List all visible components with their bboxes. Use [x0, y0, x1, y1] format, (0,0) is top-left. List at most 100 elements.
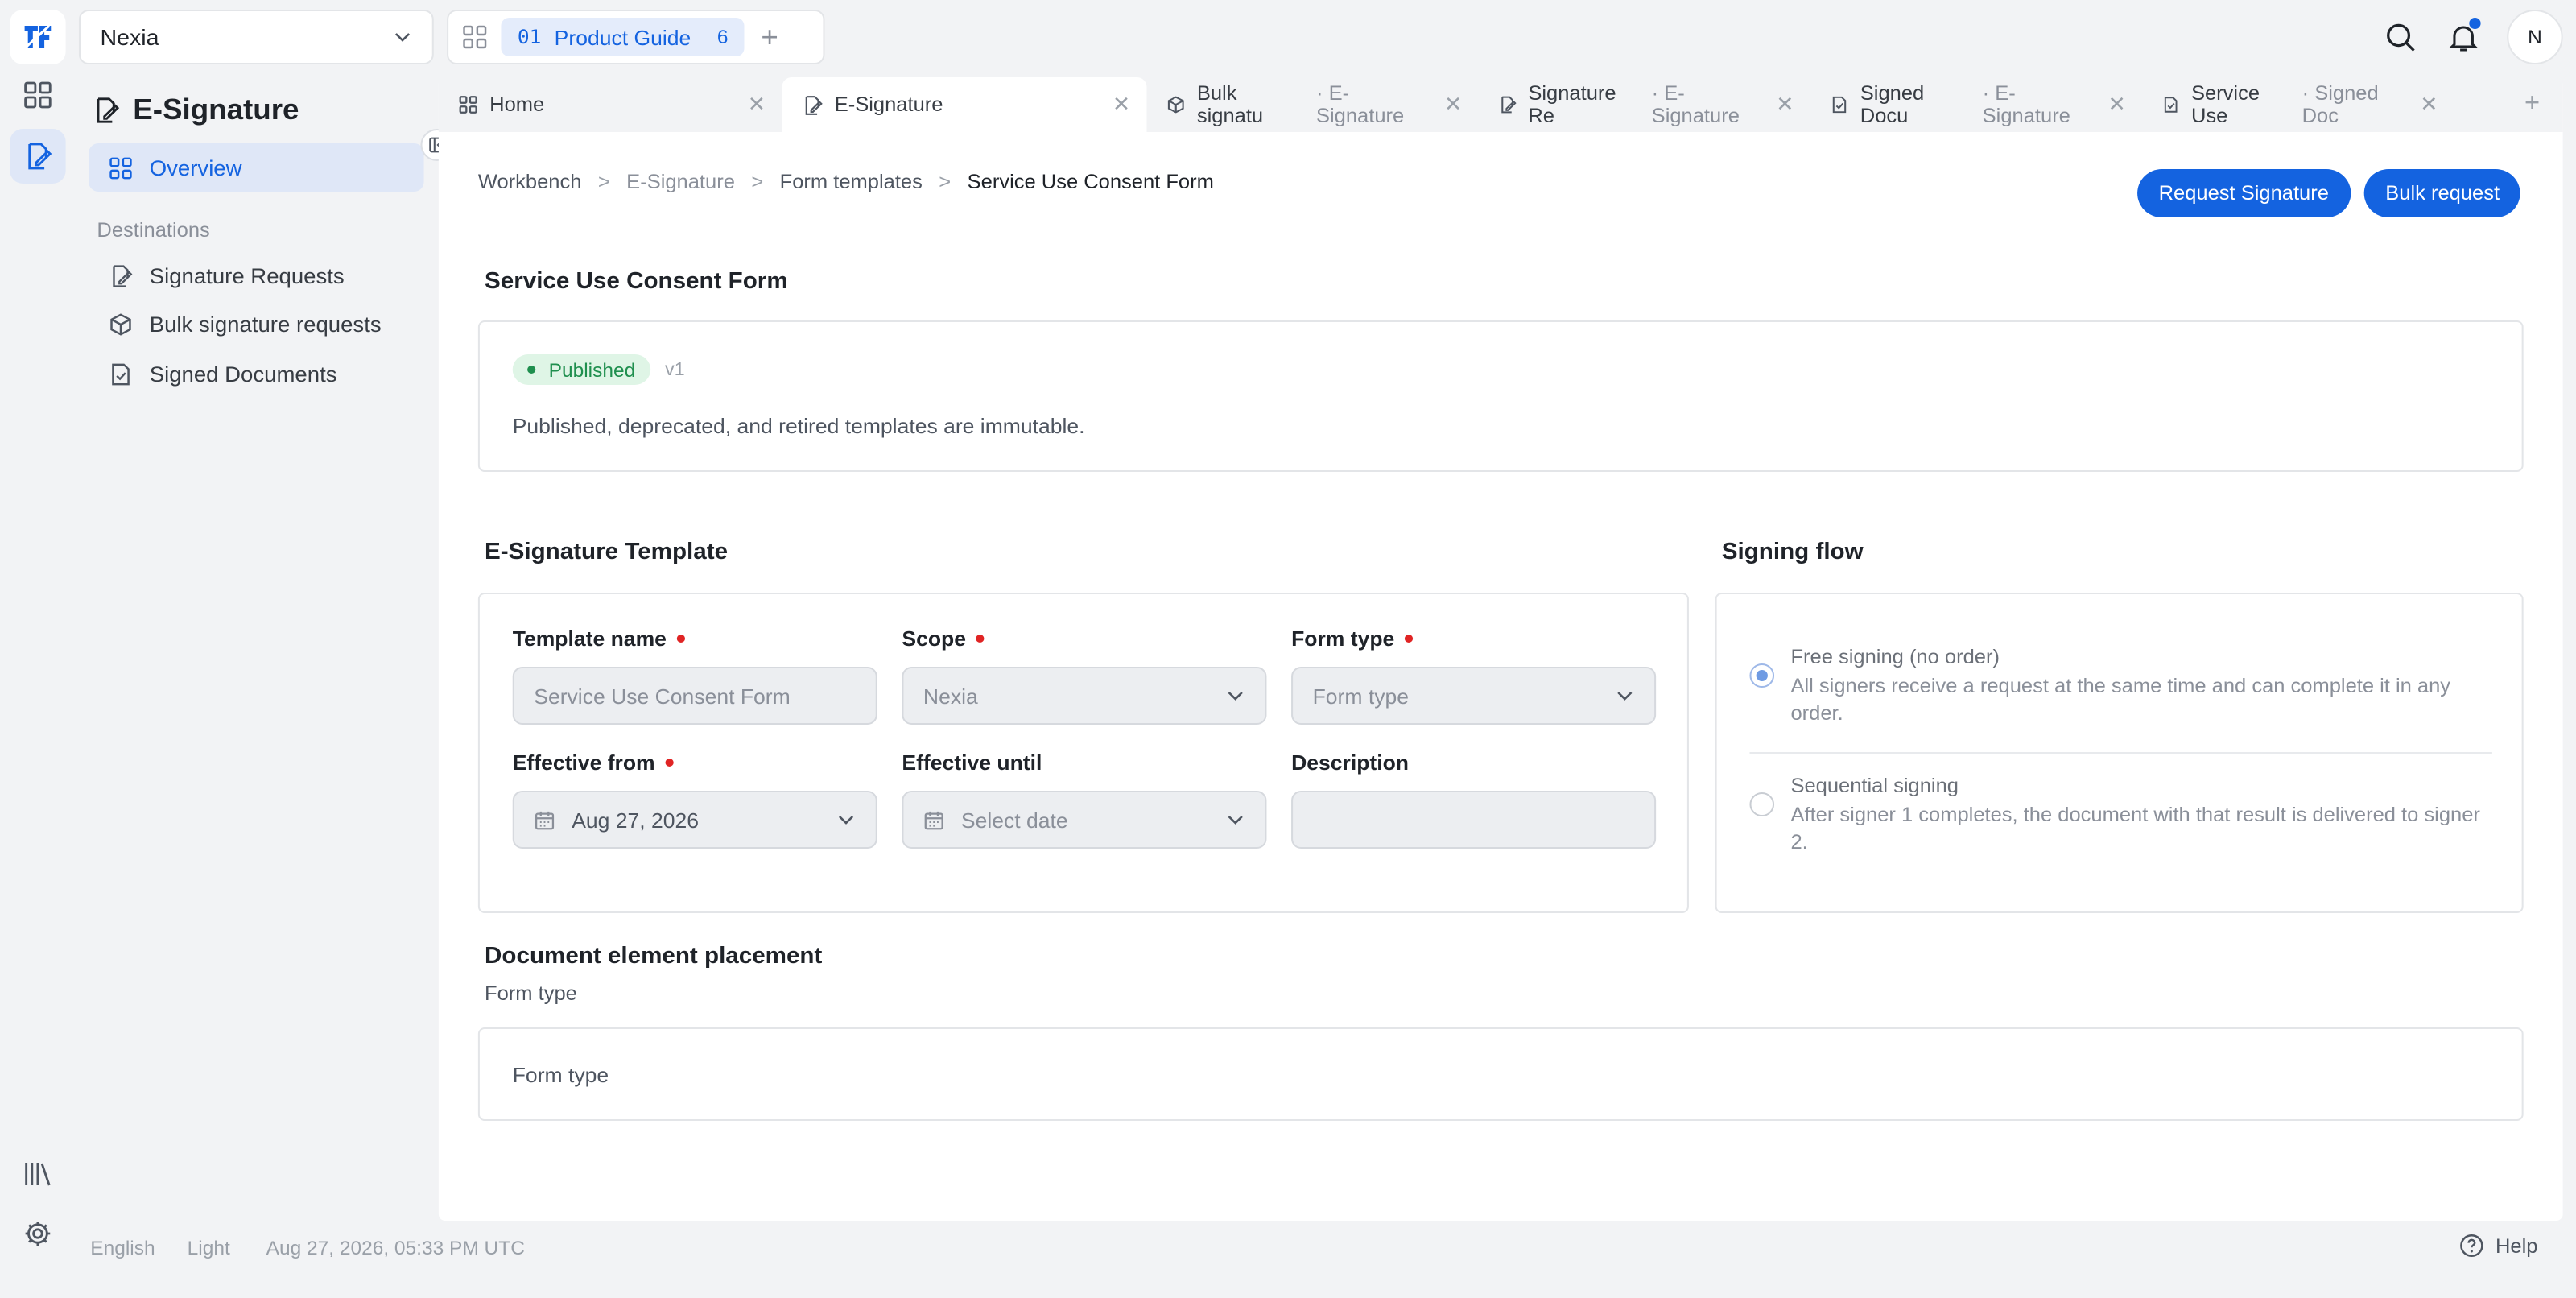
- page-title: Service Use Consent Form: [485, 269, 788, 295]
- esignature-rail-button[interactable]: [10, 129, 66, 184]
- tab-bulk-signature[interactable]: Bulk signatu · E-Signature ✕: [1146, 77, 1478, 132]
- scope-select[interactable]: Nexia: [902, 667, 1267, 725]
- settings-button[interactable]: [10, 1206, 65, 1261]
- close-icon[interactable]: ✕: [2420, 92, 2438, 118]
- immutability-note: Published, deprecated, and retired templ…: [512, 414, 1085, 438]
- select-placeholder: Form type: [1312, 684, 1410, 708]
- cube-icon: [110, 312, 131, 335]
- radio-selected[interactable]: [1749, 663, 1775, 688]
- org-selector[interactable]: Nexia: [78, 10, 434, 64]
- language-switch[interactable]: English: [90, 1237, 155, 1259]
- document-check-icon: [2164, 97, 2178, 113]
- version-label: v1: [664, 360, 685, 379]
- tab-label: Service Use: [2190, 82, 2260, 127]
- new-tab-button[interactable]: +: [2524, 90, 2540, 119]
- help-icon: [2460, 1234, 2483, 1257]
- status-dot: [527, 366, 536, 374]
- tab-label: Bulk signatu: [1196, 82, 1264, 127]
- logo-icon: [23, 24, 52, 50]
- placement-card: Form type: [477, 1027, 2524, 1121]
- form-type-select[interactable]: Form type: [1291, 667, 1657, 725]
- divider: [1749, 752, 2492, 754]
- signing-flow-heading: Signing flow: [1721, 539, 1864, 565]
- tab-signed-documents[interactable]: Signed Docu · E-Signature ✕: [1810, 77, 2142, 132]
- label-text: Scope: [902, 626, 967, 651]
- flow-option-free[interactable]: Free signing (no order) All signers rece…: [1749, 646, 2491, 728]
- breadcrumb-esignature[interactable]: E-Signature: [626, 171, 735, 193]
- select-value: Nexia: [923, 684, 978, 708]
- tab-label: E-Signature: [834, 93, 943, 116]
- calendar-icon: [924, 810, 943, 829]
- document-sign-icon: [805, 95, 823, 114]
- tab-label: Signature Re: [1528, 82, 1616, 127]
- workspace-switcher[interactable]: 01 Product Guide 6 +: [447, 10, 825, 64]
- required-dot: [664, 759, 674, 767]
- chevron-down-icon: [1617, 692, 1633, 701]
- close-icon[interactable]: ✕: [1444, 92, 1462, 118]
- breadcrumb-separator: >: [597, 171, 610, 193]
- radio-unselected[interactable]: [1749, 792, 1775, 816]
- close-icon[interactable]: ✕: [2108, 92, 2126, 118]
- workspace-count: 6: [716, 26, 729, 48]
- tab-bar: Home ✕ E-Signature ✕ Bulk signatu · E-Si…: [438, 77, 2563, 132]
- workspace-pill[interactable]: 01 Product Guide 6: [501, 18, 745, 56]
- tab-signature-requests[interactable]: Signature Re · E-Signature ✕: [1479, 77, 1810, 132]
- avatar[interactable]: N: [2507, 10, 2563, 64]
- status-badge: Published: [512, 354, 650, 385]
- help-button[interactable]: Help: [2459, 1234, 2537, 1258]
- breadcrumb-form-templates[interactable]: Form templates: [780, 171, 923, 193]
- sidebar-title-text: E-Signature: [133, 93, 299, 126]
- sidebar: E-Signature Overview Destinations Signat…: [79, 77, 437, 1221]
- sidebar-item-signature-requests[interactable]: Signature Requests: [89, 251, 423, 300]
- footer-datetime: Aug 27, 2026, 05:33 PM UTC: [266, 1237, 525, 1259]
- tab-service-use[interactable]: Service Use · Signed Doc ✕: [2142, 77, 2454, 132]
- app-logo[interactable]: [10, 10, 66, 64]
- required-dot: [1404, 635, 1413, 643]
- notifications-button[interactable]: [2434, 10, 2490, 64]
- description-label: Description: [1291, 750, 1409, 775]
- document-sign-icon: [28, 143, 52, 170]
- description-input[interactable]: [1291, 791, 1657, 849]
- breadcrumb-current: Service Use Consent Form: [967, 171, 1214, 193]
- sidebar-item-signed-documents[interactable]: Signed Documents: [89, 349, 423, 398]
- sidebar-item-label: Signature Requests: [149, 263, 345, 287]
- apps-grid-button[interactable]: [10, 68, 65, 122]
- sidebar-item-overview[interactable]: Overview: [89, 143, 424, 192]
- sidebar-item-bulk-signature-requests[interactable]: Bulk signature requests: [89, 300, 423, 348]
- status-card: Published v1 Published, deprecated, and …: [477, 320, 2524, 472]
- breadcrumb-workbench[interactable]: Workbench: [478, 171, 582, 193]
- tab-label: Signed Docu: [1860, 82, 1925, 127]
- placement-heading: Document element placement: [485, 944, 823, 969]
- theme-switch[interactable]: Light: [188, 1237, 230, 1259]
- library-button[interactable]: [10, 1147, 65, 1201]
- tab-label: Home: [489, 93, 545, 116]
- signing-flow-card: Free signing (no order) All signers rece…: [1715, 593, 2524, 913]
- add-workspace-button[interactable]: +: [761, 20, 778, 54]
- breadcrumb-separator: >: [751, 171, 764, 193]
- template-heading: E-Signature Template: [485, 539, 729, 565]
- search-button[interactable]: [2372, 10, 2428, 64]
- document-sign-icon: [1501, 96, 1517, 114]
- date-value: Aug 27, 2026: [572, 808, 700, 832]
- document-sign-icon: [97, 97, 120, 123]
- close-icon[interactable]: ✕: [1776, 92, 1794, 118]
- tab-sublabel: · E-Signature: [1982, 82, 2070, 127]
- close-icon[interactable]: ✕: [1113, 92, 1130, 118]
- effective-from-picker[interactable]: Aug 27, 2026: [512, 791, 877, 849]
- tab-home[interactable]: Home ✕: [439, 77, 782, 132]
- grid-icon: [24, 81, 52, 109]
- effective-until-picker[interactable]: Select date: [902, 791, 1267, 849]
- template-card: Template name Service Use Consent Form S…: [477, 593, 1689, 913]
- tab-esignature[interactable]: E-Signature ✕: [782, 77, 1147, 132]
- breadcrumb-separator: >: [939, 171, 952, 193]
- template-name-input[interactable]: Service Use Consent Form: [512, 667, 877, 725]
- flow-option-sequential[interactable]: Sequential signing After signer 1 comple…: [1749, 775, 2491, 857]
- bulk-request-button[interactable]: Bulk request: [2363, 169, 2521, 217]
- tab-sublabel: · E-Signature: [1651, 82, 1740, 127]
- document-check-icon: [1832, 96, 1847, 114]
- request-signature-button[interactable]: Request Signature: [2137, 169, 2351, 217]
- search-icon: [2386, 23, 2414, 51]
- sidebar-item-label: Signed Documents: [149, 362, 337, 386]
- close-icon[interactable]: ✕: [748, 92, 766, 118]
- help-label: Help: [2495, 1234, 2538, 1257]
